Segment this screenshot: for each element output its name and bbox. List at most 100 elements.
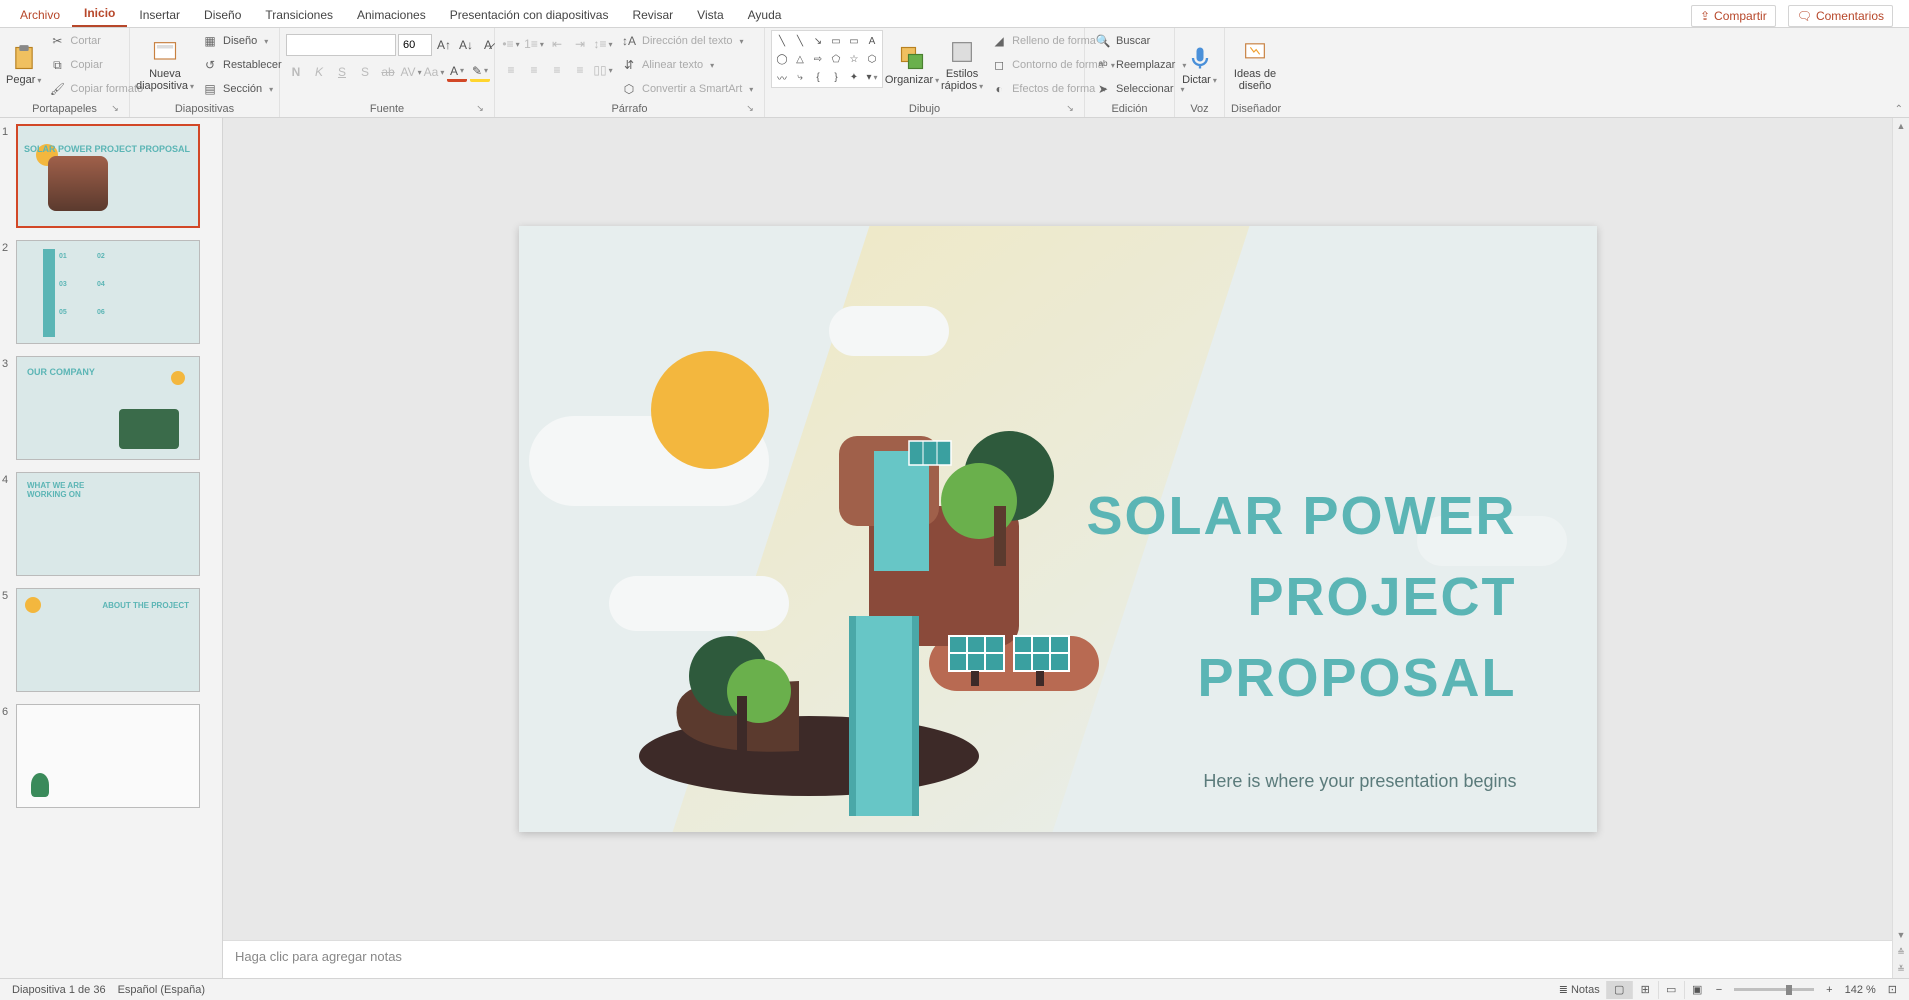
slide-thumbnail[interactable]: WHAT WE ARE WORKING ON [16,472,200,576]
next-slide-icon[interactable]: ≚ [1893,961,1909,978]
notes-toggle-button[interactable]: ≣Notas [1553,983,1606,996]
dictate-button[interactable]: Dictar [1181,30,1218,100]
tab-view[interactable]: Vista [685,3,735,27]
align-right-button[interactable]: ≡ [547,60,567,80]
tab-review[interactable]: Revisar [620,3,685,27]
slide-thumbnail-panel[interactable]: 1 SOLAR POWER PROJECT PROPOSAL 2 01 02 0… [0,118,223,978]
numbering-button[interactable]: 1≡ [524,34,544,54]
vertical-scrollbar[interactable]: ▲ ▼ ≙ ≚ [1892,118,1909,978]
bullets-button[interactable]: •≡ [501,34,521,54]
reset-button[interactable]: ↺Restablecer [198,54,286,76]
shape-brace[interactable]: { [810,69,826,85]
align-center-button[interactable]: ≡ [524,60,544,80]
arrange-button[interactable]: Organizar [887,30,937,100]
change-case-button[interactable]: Aa [424,62,444,82]
font-size-input[interactable] [398,34,432,56]
zoom-level-button[interactable]: 142 % [1839,984,1882,996]
shape-arrowr[interactable]: ⇨ [810,51,826,67]
tab-insert[interactable]: Insertar [127,3,192,27]
section-button[interactable]: ▤Sección [198,78,286,100]
slide-thumbnail[interactable]: ABOUT THE PROJECT [16,588,200,692]
dialog-launcher-icon[interactable]: ↘ [474,103,486,115]
tab-animations[interactable]: Animaciones [345,3,438,27]
shape-rect2[interactable]: ▭ [846,33,862,49]
shapes-more[interactable]: ▾ [864,69,880,85]
tab-transitions[interactable]: Transiciones [253,3,345,27]
reading-view-button[interactable]: ▭ [1658,981,1684,999]
justify-button[interactable]: ≡ [570,60,590,80]
shape-brace2[interactable]: } [828,69,844,85]
shape-line2[interactable]: ╲ [792,33,808,49]
strikethrough-button[interactable]: ab [378,62,398,82]
notes-pane[interactable]: Haga clic para agregar notas [223,940,1892,978]
paste-button[interactable]: Pegar [6,30,41,100]
dialog-launcher-icon[interactable]: ↘ [109,103,121,115]
shape-tri[interactable]: △ [792,51,808,67]
zoom-slider[interactable] [1734,988,1814,991]
slide-position-status[interactable]: Diapositiva 1 de 36 [6,984,112,996]
slide-thumbnail[interactable]: SOLAR POWER PROJECT PROPOSAL [16,124,200,228]
decrease-indent-button[interactable]: ⇤ [547,34,567,54]
shape-callout[interactable]: ✦ [846,69,862,85]
highlight-button[interactable]: ✎ [470,62,490,82]
normal-view-button[interactable]: ▢ [1606,981,1632,999]
slide-thumbnail[interactable]: 01 02 03 04 05 06 [16,240,200,344]
increase-font-button[interactable]: A↑ [434,35,454,55]
zoom-slider-thumb[interactable] [1786,985,1792,995]
shape-star[interactable]: ☆ [846,51,862,67]
scrollbar-track[interactable] [1893,135,1909,927]
collapse-ribbon-button[interactable]: ⌃ [1895,104,1903,115]
increase-indent-button[interactable]: ⇥ [570,34,590,54]
text-direction-button[interactable]: ↕ADirección del texto [617,30,757,52]
line-spacing-button[interactable]: ↕≡ [593,34,613,54]
scroll-up-icon[interactable]: ▲ [1893,118,1909,135]
decrease-font-button[interactable]: A↓ [456,35,476,55]
shape-poly[interactable]: ⬠ [828,51,844,67]
bold-button[interactable]: N [286,62,306,82]
shapes-gallery[interactable]: ╲ ╲ ↘ ▭ ▭ A ◯ △ ⇨ ⬠ ☆ ⬡ 〰 ⤷ { } ✦ ▾ [771,30,883,88]
tab-help[interactable]: Ayuda [736,3,794,27]
share-button[interactable]: ⇪Compartir [1691,5,1776,27]
italic-button[interactable]: K [309,62,329,82]
dialog-launcher-icon[interactable]: ↘ [1064,103,1076,115]
slide-title[interactable]: SOLAR POWER PROJECT PROPOSAL [1086,476,1516,719]
layout-button[interactable]: ▦Diseño [198,30,286,52]
tab-design[interactable]: Diseño [192,3,253,27]
shape-line[interactable]: ╲ [774,33,790,49]
tab-file[interactable]: Archivo [8,3,72,27]
zoom-out-button[interactable]: − [1710,984,1728,996]
language-status[interactable]: Español (España) [112,984,211,996]
tab-home[interactable]: Inicio [72,1,127,27]
font-name-input[interactable] [286,34,396,56]
comments-button[interactable]: 🗨Comentarios [1788,5,1893,27]
prev-slide-icon[interactable]: ≙ [1893,944,1909,961]
slideshow-view-button[interactable]: ▣ [1684,981,1710,999]
slide-thumbnail[interactable] [16,704,200,808]
new-slide-button[interactable]: Nueva diapositiva [136,30,194,100]
shadow-button[interactable]: S [355,62,375,82]
shape-arrow[interactable]: ↘ [810,33,826,49]
slide-canvas[interactable]: SOLAR POWER PROJECT PROPOSAL Here is whe… [519,226,1597,832]
zoom-in-button[interactable]: + [1820,984,1838,996]
font-color-button[interactable]: A [447,62,467,82]
slide-thumbnail[interactable]: OUR COMPANY [16,356,200,460]
shape-oval[interactable]: ◯ [774,51,790,67]
shape-curve[interactable]: 〰 [774,69,790,85]
slide-subtitle[interactable]: Here is where your presentation begins [1203,771,1516,792]
scroll-down-icon[interactable]: ▼ [1893,927,1909,944]
char-spacing-button[interactable]: AV [401,62,421,82]
dialog-launcher-icon[interactable]: ↘ [744,103,756,115]
design-ideas-button[interactable]: Ideas de diseño [1231,30,1279,100]
align-text-button[interactable]: ⇵Alinear texto [617,54,757,76]
columns-button[interactable]: ▯▯ [593,60,613,80]
underline-button[interactable]: S [332,62,352,82]
align-left-button[interactable]: ≡ [501,60,521,80]
shape-text[interactable]: A [864,33,880,49]
quick-styles-button[interactable]: Estilos rápidos [941,30,983,100]
shape-hex[interactable]: ⬡ [864,51,880,67]
tab-slideshow[interactable]: Presentación con diapositivas [438,3,621,27]
shape-rect[interactable]: ▭ [828,33,844,49]
shape-connector[interactable]: ⤷ [792,69,808,85]
smartart-button[interactable]: ⬡Convertir a SmartArt [617,78,757,100]
fit-window-button[interactable]: ⊡ [1882,983,1903,996]
